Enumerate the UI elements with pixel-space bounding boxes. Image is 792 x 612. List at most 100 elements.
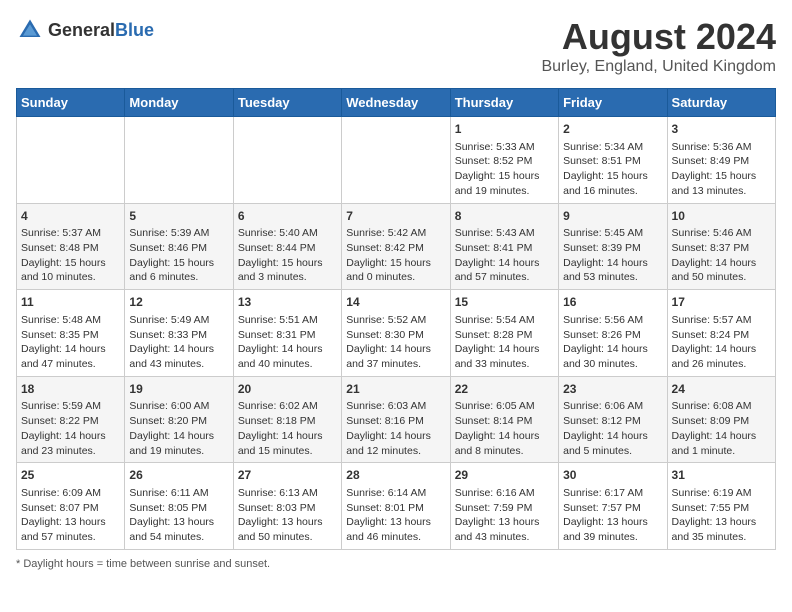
calendar-cell: 1 Sunrise: 5:33 AM Sunset: 8:52 PM Daylig…: [450, 117, 558, 204]
day-info: Sunrise: 5:36 AM Sunset: 8:49 PM Dayligh…: [672, 140, 771, 199]
logo: GeneralBlue: [16, 16, 154, 44]
day-number: 2: [563, 121, 662, 138]
day-number: 1: [455, 121, 554, 138]
calendar-cell: 20Sunrise: 6:02 AM Sunset: 8:18 PM Dayli…: [233, 376, 341, 463]
day-info: Sunrise: 5:49 AM Sunset: 8:33 PM Dayligh…: [129, 313, 228, 372]
day-header-tuesday: Tuesday: [233, 89, 341, 117]
day-info: Sunrise: 6:11 AM Sunset: 8:05 PM Dayligh…: [129, 486, 228, 545]
calendar-cell: 10Sunrise: 5:46 AM Sunset: 8:37 PM Dayli…: [667, 203, 775, 290]
day-info: Sunrise: 5:51 AM Sunset: 8:31 PM Dayligh…: [238, 313, 337, 372]
logo-blue: Blue: [115, 20, 154, 40]
day-header-monday: Monday: [125, 89, 233, 117]
calendar-cell: 15 Sunrise: 5:54 AM Sunset: 8:28 PM Dayli…: [450, 290, 558, 377]
day-number: 23: [563, 381, 662, 398]
calendar-cell: 19Sunrise: 6:00 AM Sunset: 8:20 PM Dayli…: [125, 376, 233, 463]
footer-note: * Daylight hours = time between sunrise …: [16, 558, 776, 570]
day-number: 17: [672, 294, 771, 311]
logo-icon: [16, 16, 44, 44]
calendar-table: SundayMondayTuesdayWednesdayThursdayFrid…: [16, 88, 776, 550]
day-info: Sunrise: 5:43 AM Sunset: 8:41 PM Dayligh…: [455, 226, 554, 285]
day-number: 7: [346, 208, 445, 225]
calendar-cell: [125, 117, 233, 204]
day-number: 29: [455, 467, 554, 484]
day-info: Sunrise: 6:02 AM Sunset: 8:18 PM Dayligh…: [238, 399, 337, 458]
day-header-saturday: Saturday: [667, 89, 775, 117]
calendar-cell: 16Sunrise: 5:56 AM Sunset: 8:26 PM Dayli…: [559, 290, 667, 377]
day-info: Sunrise: 5:42 AM Sunset: 8:42 PM Dayligh…: [346, 226, 445, 285]
day-info: Sunrise: 6:03 AM Sunset: 8:16 PM Dayligh…: [346, 399, 445, 458]
calendar-cell: 23Sunrise: 6:06 AM Sunset: 8:12 PM Dayli…: [559, 376, 667, 463]
calendar-cell: 8Sunrise: 5:43 AM Sunset: 8:41 PM Daylig…: [450, 203, 558, 290]
day-number: 22: [455, 381, 554, 398]
calendar-cell: 12 Sunrise: 5:49 AM Sunset: 8:33 PM Dayli…: [125, 290, 233, 377]
day-number: 25: [21, 467, 120, 484]
day-number: 13: [238, 294, 337, 311]
day-number: 12: [129, 294, 228, 311]
calendar-cell: 3 Sunrise: 5:36 AM Sunset: 8:49 PM Daylig…: [667, 117, 775, 204]
page-header: GeneralBlue August 2024 Burley, England,…: [16, 16, 776, 76]
day-number: 18: [21, 381, 120, 398]
day-info: Sunrise: 6:13 AM Sunset: 8:03 PM Dayligh…: [238, 486, 337, 545]
calendar-cell: 4Sunrise: 5:37 AM Sunset: 8:48 PM Daylig…: [17, 203, 125, 290]
subtitle: Burley, England, United Kingdom: [541, 58, 776, 76]
day-number: 27: [238, 467, 337, 484]
calendar-cell: 30 Sunrise: 6:17 AM Sunset: 7:57 PM Dayli…: [559, 463, 667, 550]
day-number: 20: [238, 381, 337, 398]
day-info: Sunrise: 6:00 AM Sunset: 8:20 PM Dayligh…: [129, 399, 228, 458]
calendar-cell: 24Sunrise: 6:08 AM Sunset: 8:09 PM Dayli…: [667, 376, 775, 463]
day-info: Sunrise: 5:46 AM Sunset: 8:37 PM Dayligh…: [672, 226, 771, 285]
calendar-cell: [233, 117, 341, 204]
day-number: 30: [563, 467, 662, 484]
day-header-thursday: Thursday: [450, 89, 558, 117]
day-info: Sunrise: 5:33 AM Sunset: 8:52 PM Dayligh…: [455, 140, 554, 199]
day-info: Sunrise: 5:59 AM Sunset: 8:22 PM Dayligh…: [21, 399, 120, 458]
day-number: 14: [346, 294, 445, 311]
day-info: Sunrise: 6:09 AM Sunset: 8:07 PM Dayligh…: [21, 486, 120, 545]
calendar-cell: 26 Sunrise: 6:11 AM Sunset: 8:05 PM Dayli…: [125, 463, 233, 550]
calendar-cell: 25 Sunrise: 6:09 AM Sunset: 8:07 PM Dayli…: [17, 463, 125, 550]
day-info: Sunrise: 6:16 AM Sunset: 7:59 PM Dayligh…: [455, 486, 554, 545]
day-number: 3: [672, 121, 771, 138]
calendar-week-5: 25 Sunrise: 6:09 AM Sunset: 8:07 PM Dayli…: [17, 463, 776, 550]
day-number: 15: [455, 294, 554, 311]
day-info: Sunrise: 5:45 AM Sunset: 8:39 PM Dayligh…: [563, 226, 662, 285]
day-info: Sunrise: 6:08 AM Sunset: 8:09 PM Dayligh…: [672, 399, 771, 458]
day-info: Sunrise: 6:14 AM Sunset: 8:01 PM Dayligh…: [346, 486, 445, 545]
calendar-cell: [342, 117, 450, 204]
day-number: 19: [129, 381, 228, 398]
calendar-cell: 27 Sunrise: 6:13 AM Sunset: 8:03 PM Dayli…: [233, 463, 341, 550]
day-number: 21: [346, 381, 445, 398]
day-number: 26: [129, 467, 228, 484]
day-number: 11: [21, 294, 120, 311]
day-info: Sunrise: 6:19 AM Sunset: 7:55 PM Dayligh…: [672, 486, 771, 545]
calendar-week-2: 4Sunrise: 5:37 AM Sunset: 8:48 PM Daylig…: [17, 203, 776, 290]
day-header-wednesday: Wednesday: [342, 89, 450, 117]
calendar-cell: 28 Sunrise: 6:14 AM Sunset: 8:01 PM Dayli…: [342, 463, 450, 550]
calendar-cell: 11Sunrise: 5:48 AM Sunset: 8:35 PM Dayli…: [17, 290, 125, 377]
calendar-week-1: 1 Sunrise: 5:33 AM Sunset: 8:52 PM Daylig…: [17, 117, 776, 204]
title-block: August 2024 Burley, England, United King…: [541, 16, 776, 76]
day-number: 8: [455, 208, 554, 225]
calendar-cell: 7Sunrise: 5:42 AM Sunset: 8:42 PM Daylig…: [342, 203, 450, 290]
main-title: August 2024: [541, 16, 776, 58]
calendar-cell: 6Sunrise: 5:40 AM Sunset: 8:44 PM Daylig…: [233, 203, 341, 290]
calendar-cell: 21Sunrise: 6:03 AM Sunset: 8:16 PM Dayli…: [342, 376, 450, 463]
calendar-header-row: SundayMondayTuesdayWednesdayThursdayFrid…: [17, 89, 776, 117]
day-number: 4: [21, 208, 120, 225]
calendar-week-3: 11Sunrise: 5:48 AM Sunset: 8:35 PM Dayli…: [17, 290, 776, 377]
day-info: Sunrise: 6:17 AM Sunset: 7:57 PM Dayligh…: [563, 486, 662, 545]
day-info: Sunrise: 5:39 AM Sunset: 8:46 PM Dayligh…: [129, 226, 228, 285]
calendar-cell: 14 Sunrise: 5:52 AM Sunset: 8:30 PM Dayli…: [342, 290, 450, 377]
day-number: 10: [672, 208, 771, 225]
day-info: Sunrise: 6:05 AM Sunset: 8:14 PM Dayligh…: [455, 399, 554, 458]
day-info: Sunrise: 5:52 AM Sunset: 8:30 PM Dayligh…: [346, 313, 445, 372]
calendar-cell: 13 Sunrise: 5:51 AM Sunset: 8:31 PM Dayli…: [233, 290, 341, 377]
day-number: 31: [672, 467, 771, 484]
day-number: 28: [346, 467, 445, 484]
day-info: Sunrise: 5:40 AM Sunset: 8:44 PM Dayligh…: [238, 226, 337, 285]
day-info: Sunrise: 5:54 AM Sunset: 8:28 PM Dayligh…: [455, 313, 554, 372]
day-header-friday: Friday: [559, 89, 667, 117]
day-number: 6: [238, 208, 337, 225]
calendar-cell: [17, 117, 125, 204]
calendar-cell: 29 Sunrise: 6:16 AM Sunset: 7:59 PM Dayli…: [450, 463, 558, 550]
